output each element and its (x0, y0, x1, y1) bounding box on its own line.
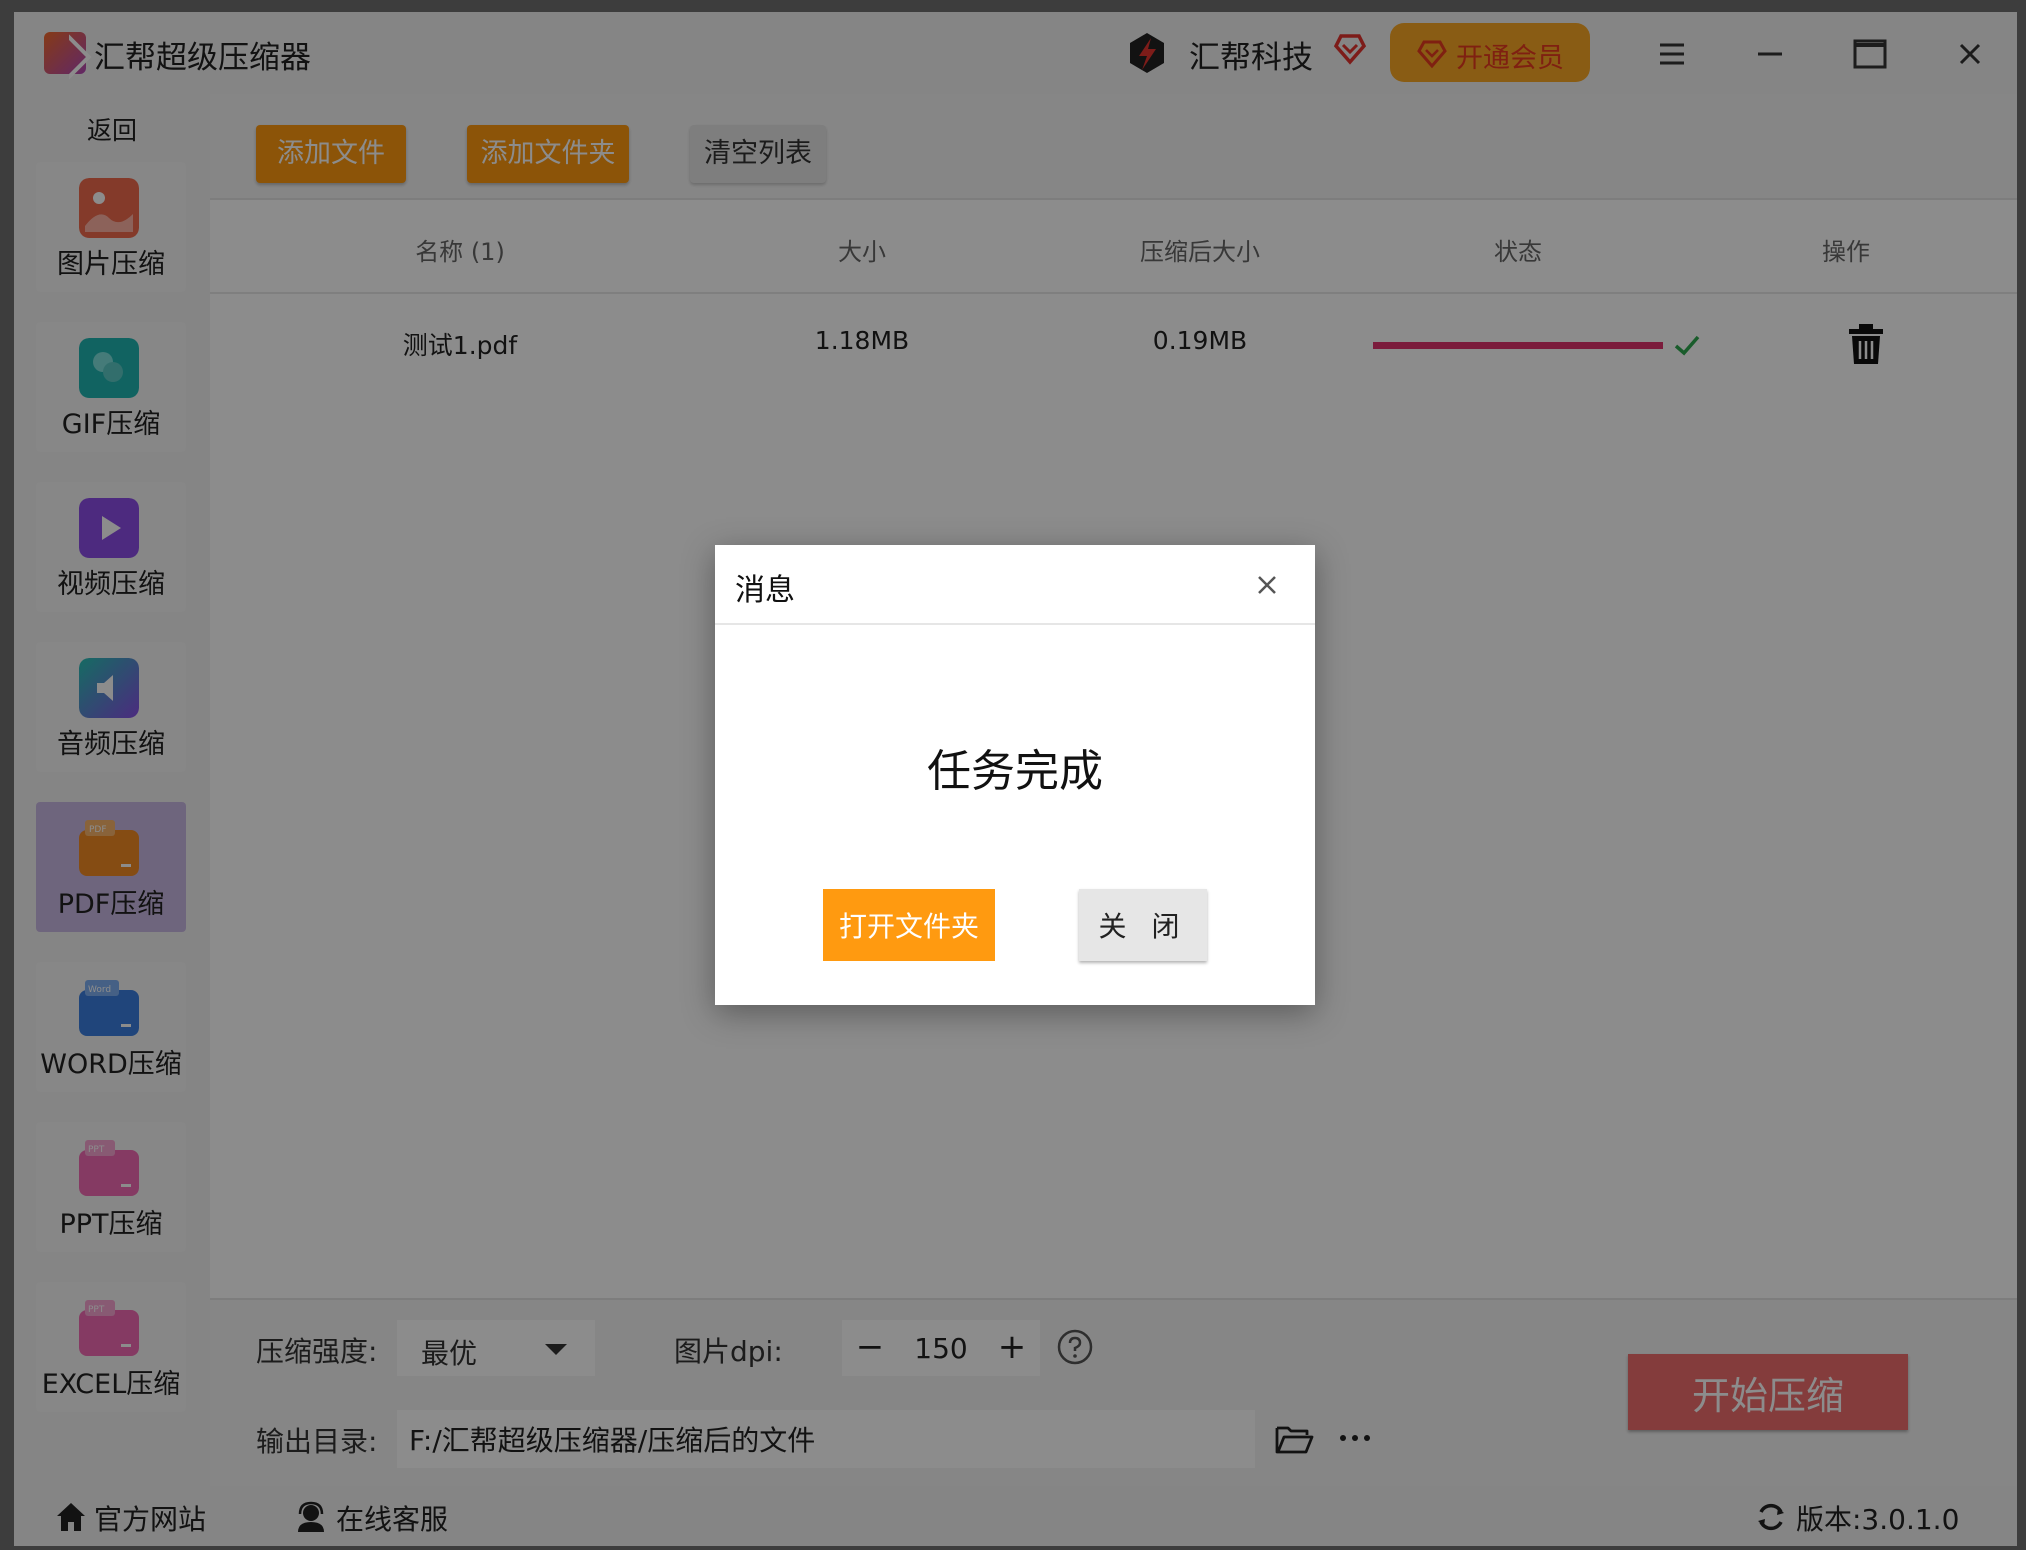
dialog-message: 任务完成 (927, 746, 1103, 797)
close-dialog-button[interactable]: 关 闭 (1079, 889, 1207, 961)
dialog-title: 消息 (735, 573, 795, 608)
dialog-header: 消息 (715, 545, 1315, 625)
open-folder-button[interactable]: 打开文件夹 (823, 889, 995, 961)
message-dialog: 消息 任务完成 打开文件夹 关 闭 (715, 545, 1315, 1005)
close-icon[interactable] (1247, 565, 1287, 605)
